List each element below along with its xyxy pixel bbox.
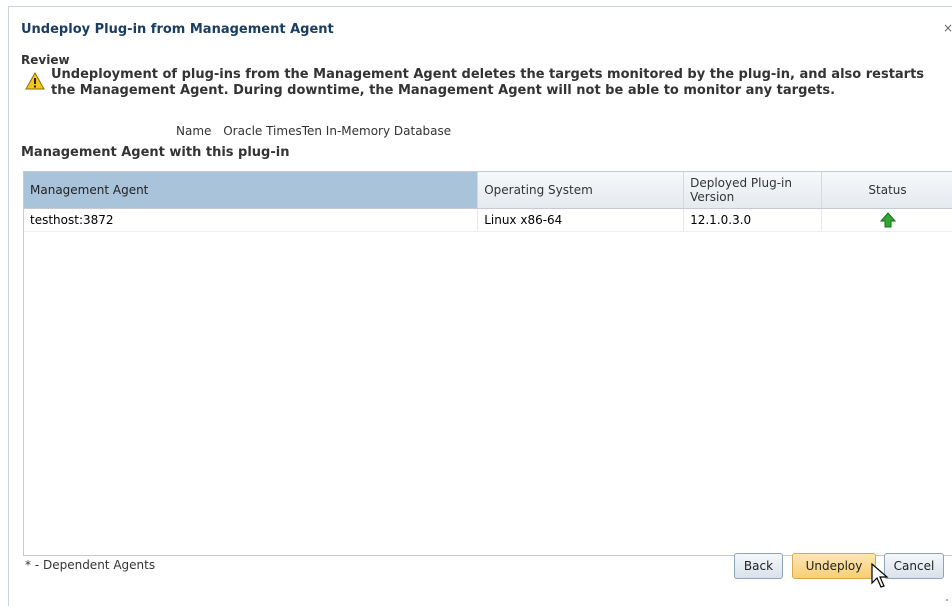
section-title: Management Agent with this plug-in: [21, 145, 290, 160]
close-icon[interactable]: ×: [943, 21, 952, 35]
plugin-name-value: Oracle TimesTen In-Memory Database: [223, 124, 452, 138]
column-header-management-agent[interactable]: Management Agent: [24, 172, 479, 209]
cell-status: [821, 208, 952, 232]
plugin-name-row: Name Oracle TimesTen In-Memory Database: [176, 124, 451, 138]
table-header-row: Management Agent Operating System Deploy…: [24, 172, 952, 209]
up-arrow-green-icon: [879, 212, 896, 228]
column-header-status[interactable]: Status: [821, 172, 952, 209]
column-header-deployed-version[interactable]: Deployed Plug-in Version: [683, 172, 823, 209]
warning-message: Undeployment of plug-ins from the Manage…: [51, 67, 925, 98]
undeploy-button[interactable]: Undeploy: [792, 553, 876, 579]
cancel-button[interactable]: Cancel: [884, 553, 944, 579]
table-row[interactable]: testhost:3872 Linux x86-64 12.1.0.3.0: [24, 208, 952, 232]
dialog-title: Undeploy Plug-in from Management Agent: [21, 22, 334, 37]
dependent-agents-note: * - Dependent Agents: [25, 558, 156, 572]
cell-version: 12.1.0.3.0: [683, 208, 823, 232]
review-label: Review: [21, 53, 70, 67]
agents-table: Management Agent Operating System Deploy…: [23, 171, 952, 556]
column-header-operating-system[interactable]: Operating System: [477, 172, 685, 209]
cell-os: Linux x86-64: [477, 208, 685, 232]
back-button[interactable]: Back: [734, 553, 783, 579]
undeploy-dialog: Undeploy Plug-in from Management Agent ×…: [8, 6, 952, 606]
mouse-pointer-icon: [871, 563, 889, 588]
resize-grip-icon[interactable]: [943, 596, 949, 602]
warning-triangle-icon: [25, 72, 45, 90]
plugin-name-label: Name: [176, 124, 212, 138]
cell-agent: testhost:3872: [24, 208, 479, 232]
